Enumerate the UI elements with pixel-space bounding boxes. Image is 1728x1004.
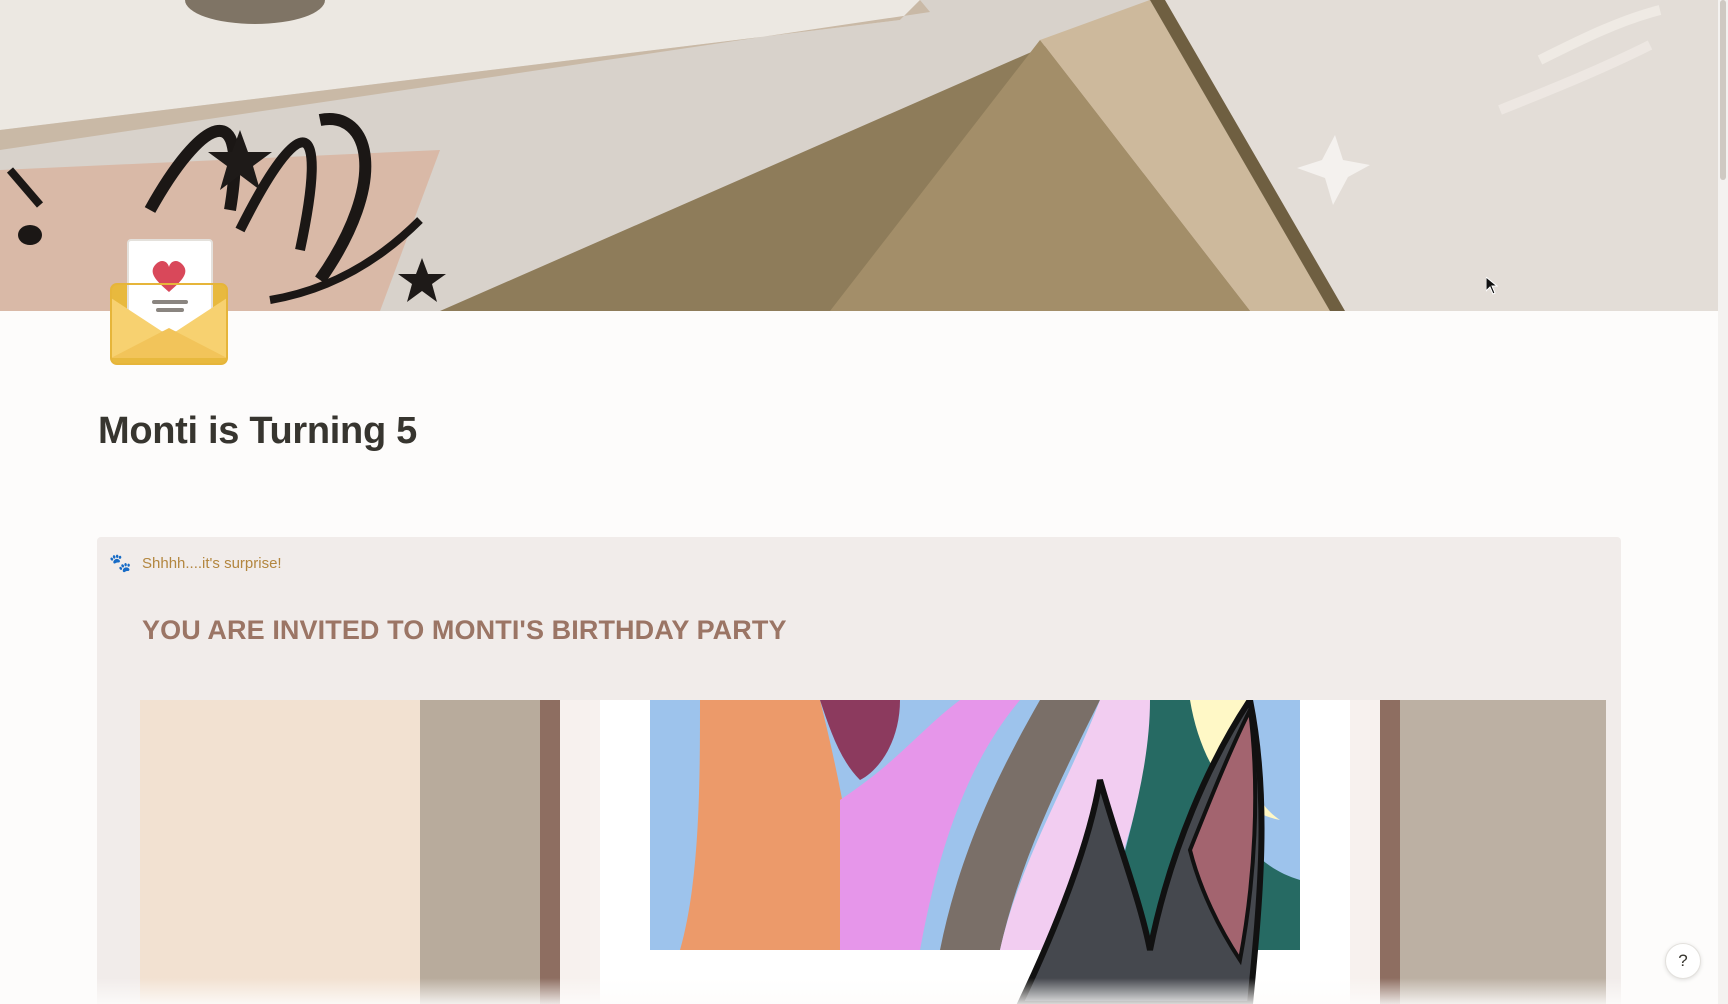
envelope-with-heart-letter-icon[interactable]	[108, 236, 230, 366]
page-scrollbar[interactable]	[1718, 0, 1728, 1004]
cover-image[interactable]	[0, 0, 1718, 311]
cover-image-icon	[0, 0, 1718, 311]
embedded-gif[interactable]	[140, 700, 1606, 1004]
page: Monti is Turning 5 🐾 Shhhh....it's surpr…	[0, 0, 1718, 1004]
help-button[interactable]: ?	[1665, 943, 1701, 979]
callout-block[interactable]: 🐾 Shhhh....it's surprise! YOU ARE INVITE…	[97, 537, 1621, 1004]
page-title[interactable]: Monti is Turning 5	[98, 410, 417, 453]
mouse-cursor-icon	[1486, 277, 1498, 295]
scrollbar-thumb[interactable]	[1720, 0, 1726, 180]
callout-heading[interactable]: YOU ARE INVITED TO MONTI'S BIRTHDAY PART…	[142, 615, 787, 646]
paw-prints-icon[interactable]: 🐾	[109, 553, 131, 573]
callout-text[interactable]: Shhhh....it's surprise!	[142, 555, 282, 572]
animated-gif-image-icon	[140, 700, 1606, 1004]
